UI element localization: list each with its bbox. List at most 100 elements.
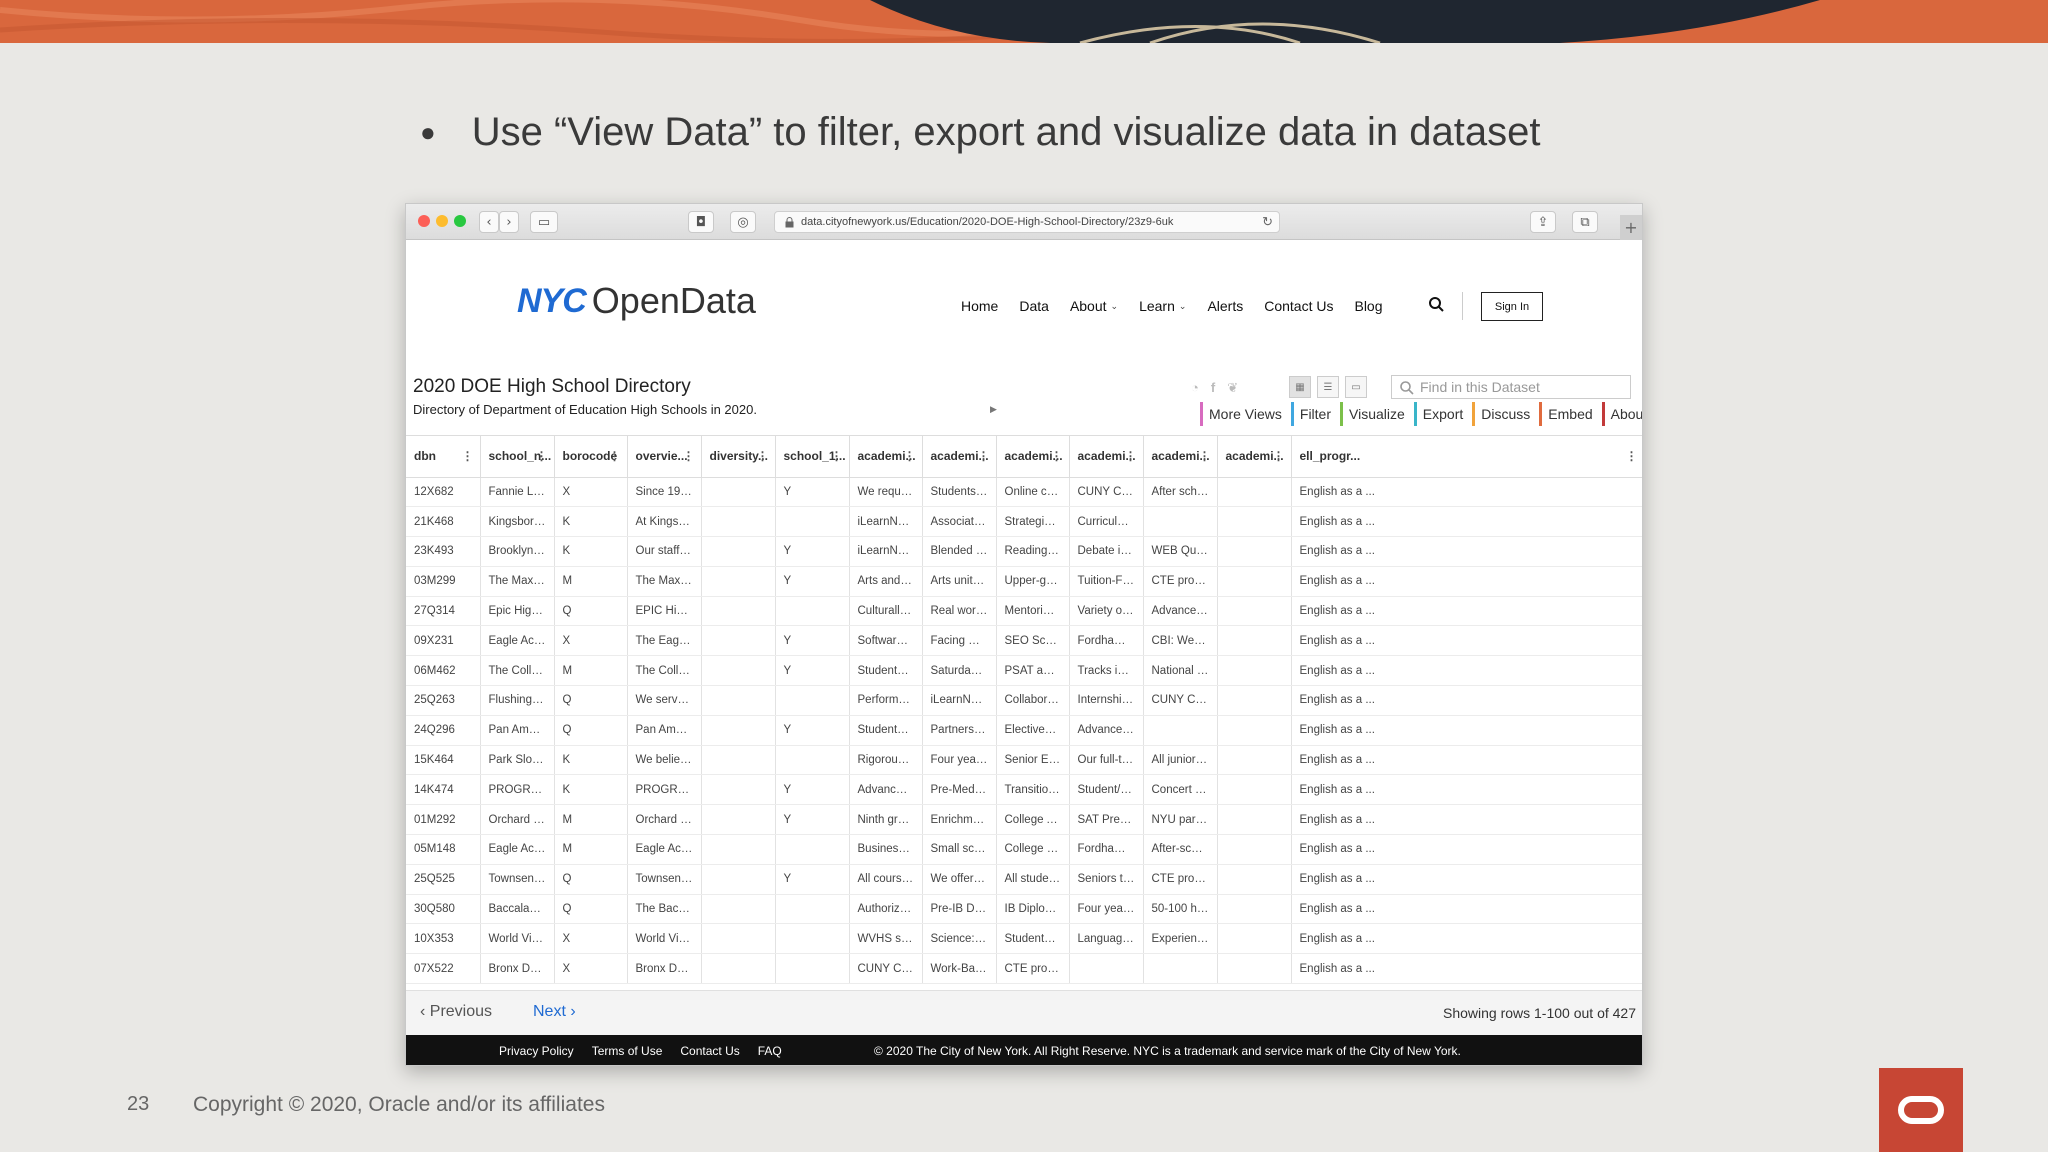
table-cell[interactable] [775,506,850,538]
table-cell[interactable]: Four years of... [1069,894,1144,925]
table-cell[interactable]: English as a ... [1291,536,1642,567]
table-cell[interactable]: College and c... [996,834,1070,865]
facebook-icon[interactable]: f [1211,380,1215,396]
table-cell[interactable]: Students wit... [849,655,923,687]
table-cell[interactable] [775,953,850,985]
table-cell[interactable]: English as a ... [1291,923,1642,955]
table-cell[interactable]: Fordham STE... [1069,834,1144,865]
column-header[interactable]: overvie... ⋮ [627,436,702,478]
table-cell[interactable]: 50-100 hours... [1143,894,1218,925]
table-cell[interactable]: English as a ... [1291,715,1642,746]
table-cell[interactable]: The Maxine ... [480,566,555,597]
table-cell[interactable] [701,864,776,895]
table-cell[interactable]: 06M462 [406,655,481,687]
table-cell[interactable] [1217,566,1292,597]
table-cell[interactable]: Culturally rel... [849,596,923,627]
table-cell[interactable]: Orchard Coll... [480,804,555,836]
table-cell[interactable]: Curriculum C... [1069,506,1144,538]
table-cell[interactable]: Real world pr... [922,596,997,627]
table-cell[interactable]: 23K493 [406,536,481,567]
table-cell[interactable]: Reading and ... [996,536,1070,567]
table-cell[interactable]: K [554,745,628,776]
table-cell[interactable] [701,923,776,955]
table-cell[interactable] [1217,536,1292,567]
column-header[interactable]: academi... ⋮ [922,436,997,478]
table-cell[interactable]: K [554,774,628,806]
table-cell[interactable] [775,923,850,955]
table-cell[interactable]: Mentoring, Ri... [996,596,1070,627]
table-cell[interactable] [1069,953,1144,985]
table-cell[interactable]: iLearnNYC: P... [849,536,923,567]
column-menu-icon[interactable]: ⋮ [683,449,695,463]
table-cell[interactable] [775,685,850,716]
table-cell[interactable] [701,774,776,806]
tab-filter[interactable]: Filter [1290,402,1338,426]
table-cell[interactable]: English as a ... [1291,804,1642,836]
table-cell[interactable]: Transitional ... [996,774,1070,806]
table-cell[interactable]: National Hon... [1143,655,1218,687]
table-cell[interactable]: EPIC High Sc... [627,596,702,627]
table-row[interactable]: 24Q296Pan America...QPan America...YStud… [406,715,1642,746]
table-cell[interactable]: PSAT and SA... [996,655,1070,687]
column-header[interactable]: dbn ⋮ [406,436,481,478]
table-cell[interactable]: Strategic Rea... [996,506,1070,538]
table-cell[interactable]: 14K474 [406,774,481,806]
table-cell[interactable]: Four years of... [922,745,997,776]
table-cell[interactable] [1217,625,1292,657]
table-row[interactable]: 05M148Eagle Acade...MEagle Acade...Busin… [406,834,1642,865]
previous-page-button[interactable]: ‹ Previous [420,1003,492,1021]
column-menu-icon[interactable]: ⋮ [1626,449,1638,463]
expand-description-icon[interactable]: ▶ [990,405,997,415]
table-cell[interactable]: Q [554,685,628,716]
grid-view-icon[interactable]: ▦ [1289,376,1311,398]
table-cell[interactable] [1217,745,1292,776]
table-cell[interactable]: English as a ... [1291,685,1642,716]
table-cell[interactable] [701,536,776,567]
table-cell[interactable]: World View H... [627,923,702,955]
table-row[interactable]: 25Q525Townsend H...QTownsend H...YAll co… [406,864,1642,895]
table-cell[interactable] [1217,804,1292,836]
table-cell[interactable]: The Baccalau... [627,894,702,925]
table-cell[interactable]: Pan America... [480,715,555,746]
rss-icon[interactable]: ◔ [1191,380,1199,396]
column-header[interactable]: ell_progr... ⋮ [1291,436,1642,478]
table-cell[interactable] [1143,506,1218,538]
address-bar[interactable]: data.cityofnewyork.us/Education/2020-DOE… [774,211,1280,233]
column-header[interactable]: academi... ⋮ [849,436,923,478]
table-cell[interactable]: We believe th... [627,745,702,776]
table-cell[interactable]: All courses ar... [849,864,923,895]
table-cell[interactable]: WVHS studen... [849,923,923,955]
table-cell[interactable]: English as a ... [1291,506,1642,538]
table-cell[interactable]: Eagle Acade... [480,834,555,865]
table-cell[interactable]: Q [554,596,628,627]
table-cell[interactable]: 03M299 [406,566,481,597]
table-cell[interactable]: English as a ... [1291,655,1642,687]
table-cell[interactable]: Concert Ban... [1143,774,1218,806]
tab-visualize[interactable]: Visualize [1340,402,1412,426]
table-cell[interactable]: Bronx Design... [627,953,702,985]
table-cell[interactable] [775,894,850,925]
reload-icon[interactable]: ↻ [1262,214,1273,230]
column-header[interactable]: school_1... ⋮ [775,436,850,478]
column-header[interactable]: school_n... ⋮ [480,436,555,478]
table-cell[interactable]: M [554,804,628,836]
column-menu-icon[interactable]: ⋮ [536,449,548,463]
table-cell[interactable]: Pan America... [627,715,702,746]
table-cell[interactable]: Y [775,477,850,508]
next-page-button[interactable]: Next › [533,1003,576,1021]
search-icon[interactable] [1427,295,1447,315]
table-cell[interactable]: Pre-IB Diplo... [922,894,997,925]
footer-faq[interactable]: FAQ [758,1044,782,1058]
table-cell[interactable]: Y [775,715,850,746]
table-cell[interactable]: Associate De... [922,506,997,538]
table-cell[interactable] [1217,864,1292,895]
table-cell[interactable]: Pre-Med-four... [922,774,997,806]
table-cell[interactable]: 25Q525 [406,864,481,895]
shield-icon[interactable]: ◘ [688,211,714,233]
table-cell[interactable]: At Kingsboro... [627,506,702,538]
table-row[interactable]: 14K474PROGRESS Hi...KPROGRESS Hi...YAdva… [406,774,1642,806]
table-cell[interactable]: Saturday Aca... [922,655,997,687]
table-cell[interactable]: English as a ... [1291,894,1642,925]
table-cell[interactable]: 21K468 [406,506,481,538]
table-cell[interactable]: Fannie Lou H... [480,477,555,508]
